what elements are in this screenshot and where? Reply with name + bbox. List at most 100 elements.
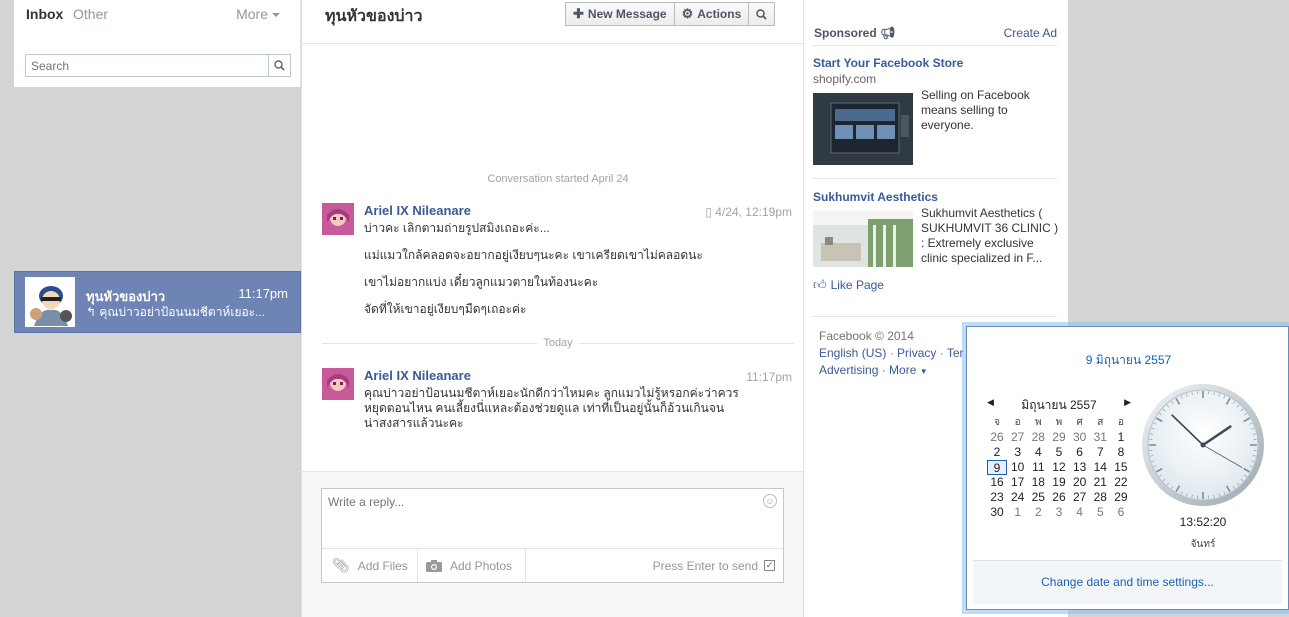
calendar-day[interactable]: 7 [1090,445,1110,460]
message-time: 11:17pm [746,370,792,384]
calendar-day[interactable]: 25 [1028,490,1048,505]
calendar-day[interactable]: 29 [1111,490,1131,505]
language-link[interactable]: English (US) [819,346,886,360]
full-date-link[interactable]: 9 มิถุนายน 2557 [967,351,1289,370]
calendar-day[interactable]: 30 [1070,430,1090,445]
calendar-day[interactable]: 28 [1090,490,1110,505]
more-footer-link[interactable]: More ▼ [889,363,928,377]
ad-title[interactable]: Sukhumvit Aesthetics [813,190,1058,204]
calendar-day[interactable]: 15 [1111,460,1131,475]
calendar-day[interactable]: 2 [1028,505,1048,520]
press-enter-label: Press Enter to send [652,558,758,573]
calendar-day[interactable]: 5 [1090,505,1110,520]
calendar-day[interactable]: 28 [1028,430,1048,445]
calendar-day[interactable]: 12 [1049,460,1069,475]
reply-composer: ☺ 📎︎ Add Files Add Photos Press Enter to … [321,488,784,583]
checkbox-checked-icon[interactable]: ✓ [764,560,775,571]
calendar-day[interactable]: 8 [1111,445,1131,460]
calendar-day[interactable]: 5 [1049,445,1069,460]
calendar-day[interactable]: 17 [1008,475,1028,490]
ad-domain: shopify.com [813,72,877,86]
sender-name[interactable]: Ariel IX Nileanare [364,368,471,383]
conversation-toolbar: ✚ New Message ⚙ Actions [565,2,776,26]
calendar-day[interactable]: 1 [1008,505,1028,520]
calendar-day[interactable]: 22 [1111,475,1131,490]
calendar-day[interactable]: 10 [1008,460,1028,475]
search-box [25,54,291,77]
message-line: แม่แมวใกล้คลอดจะอยากอยู่เงียบๆนะคะ เขาเค… [364,248,703,262]
calendar-day[interactable]: 24 [1008,490,1028,505]
calendar-day[interactable]: 2 [987,445,1007,460]
sender-avatar[interactable] [322,368,354,400]
like-page-link[interactable]: 👍︎ Like Page [813,277,884,293]
next-month-icon[interactable]: ▶ [1124,397,1131,408]
conversation-panel: ทุนหัวของบ่าว ✚ New Message ⚙ Actions Conv… [301,0,804,617]
search-conversation-button[interactable] [749,2,776,26]
more-dropdown[interactable]: More [236,6,280,22]
calendar-day[interactable]: 3 [1049,505,1069,520]
calendar-day[interactable]: 26 [1049,490,1069,505]
message-group: Ariel IX Nileanare 11:17pm คุณบ่าวอย่าป้… [322,368,797,448]
ad-item[interactable]: Sukhumvit Aesthetics Sukhumvit Aesthetic… [813,190,1058,267]
calendar-day[interactable]: 18 [1028,475,1048,490]
calendar-day[interactable]: 11 [1028,460,1048,475]
calendar-day[interactable]: 14 [1090,460,1110,475]
change-date-time-settings-link[interactable]: Change date and time settings... [973,560,1282,604]
advertising-link[interactable]: Advertising [819,363,878,377]
emoji-icon[interactable]: ☺ [763,494,777,508]
weekday-header: อ [1117,417,1124,428]
new-message-button[interactable]: ✚ New Message [565,2,675,26]
previous-month-icon[interactable]: ◀ [987,397,994,408]
sender-avatar[interactable] [322,203,354,235]
tab-inbox[interactable]: Inbox [26,6,63,22]
header-divider [302,43,803,44]
ad-image[interactable] [813,211,913,267]
search-input[interactable] [26,55,266,76]
calendar-day[interactable]: 4 [1028,445,1048,460]
actions-button[interactable]: ⚙ Actions [674,2,750,26]
sender-name[interactable]: Ariel IX Nileanare [364,203,471,218]
calendar-day[interactable]: 27 [1070,490,1090,505]
weekday-header: พ [1055,417,1063,428]
search-icon[interactable] [268,55,290,76]
calendar-day[interactable]: 26 [987,430,1007,445]
calendar-day[interactable]: 21 [1090,475,1110,490]
message-line: บ่าวคะ เลิกตามถ่ายรูปสมิงเถอะค่ะ... [364,221,550,235]
calendar-day[interactable]: 3 [1008,445,1028,460]
tab-other[interactable]: Other [73,6,108,22]
calendar-day[interactable]: 23 [987,490,1007,505]
calendar-day[interactable]: 30 [987,505,1007,520]
create-ad-link[interactable]: Create Ad [1004,26,1057,40]
thread-item-selected[interactable]: ทุนหัวของบ่าว 11:17pm ↰ คุณบ่าวอย่าป้อนน… [14,271,301,333]
windows-clock-popup: 9 มิถุนายน 2557 ◀ มิถุนายน 2557 ▶ จ อ พ พ ศ ส… [966,326,1289,610]
ad-title[interactable]: Start Your Facebook Store [813,56,1058,70]
press-enter-toggle[interactable]: Press Enter to send ✓ [653,549,775,582]
calendar-day[interactable]: 16 [987,475,1007,490]
calendar-day[interactable]: 27 [1008,430,1028,445]
weekday-header: ศ [1076,417,1083,428]
message-line: เขาไม่อยากแบ่ง เดี๋ยวลูกแมวตายในท้องนะคะ [364,275,599,289]
message-time: ▯ 4/24, 12:19pm [705,205,792,219]
calendar-day[interactable]: 4 [1070,505,1090,520]
calendar-day[interactable]: 1 [1111,430,1131,445]
calendar-day[interactable]: 6 [1111,505,1131,520]
privacy-link[interactable]: Privacy [897,346,936,360]
calendar-day[interactable]: 20 [1070,475,1090,490]
ad-image[interactable] [813,93,913,165]
reply-input[interactable] [322,489,752,544]
calendar-day[interactable]: 29 [1049,430,1069,445]
add-files-button[interactable]: 📎︎ Add Files [332,549,418,582]
calendar-day[interactable]: 13 [1070,460,1090,475]
calendar-day[interactable]: 19 [1049,475,1069,490]
digital-time: 13:52:20 [1179,515,1227,529]
ad-description: Sukhumvit Aesthetics ( SUKHUMVIT 36 CLIN… [921,206,1059,265]
calendar-month-label[interactable]: มิถุนายน 2557 [1021,398,1096,412]
terms-link[interactable]: Ter [947,346,964,360]
add-photos-button[interactable]: Add Photos [426,549,526,582]
calendar-day[interactable]: 31 [1090,430,1110,445]
ad-item[interactable]: Start Your Facebook Store shopify.com Se… [813,56,1058,165]
message-line: หยุดตอนไหน คนเลี้ยงนี่แหละต้องช่วยดูแล เ… [364,401,725,415]
calendar-day[interactable]: 6 [1070,445,1090,460]
calendar-day-today[interactable]: 9 [987,460,1007,475]
conversation-started-label: Conversation started April 24 [487,173,629,185]
